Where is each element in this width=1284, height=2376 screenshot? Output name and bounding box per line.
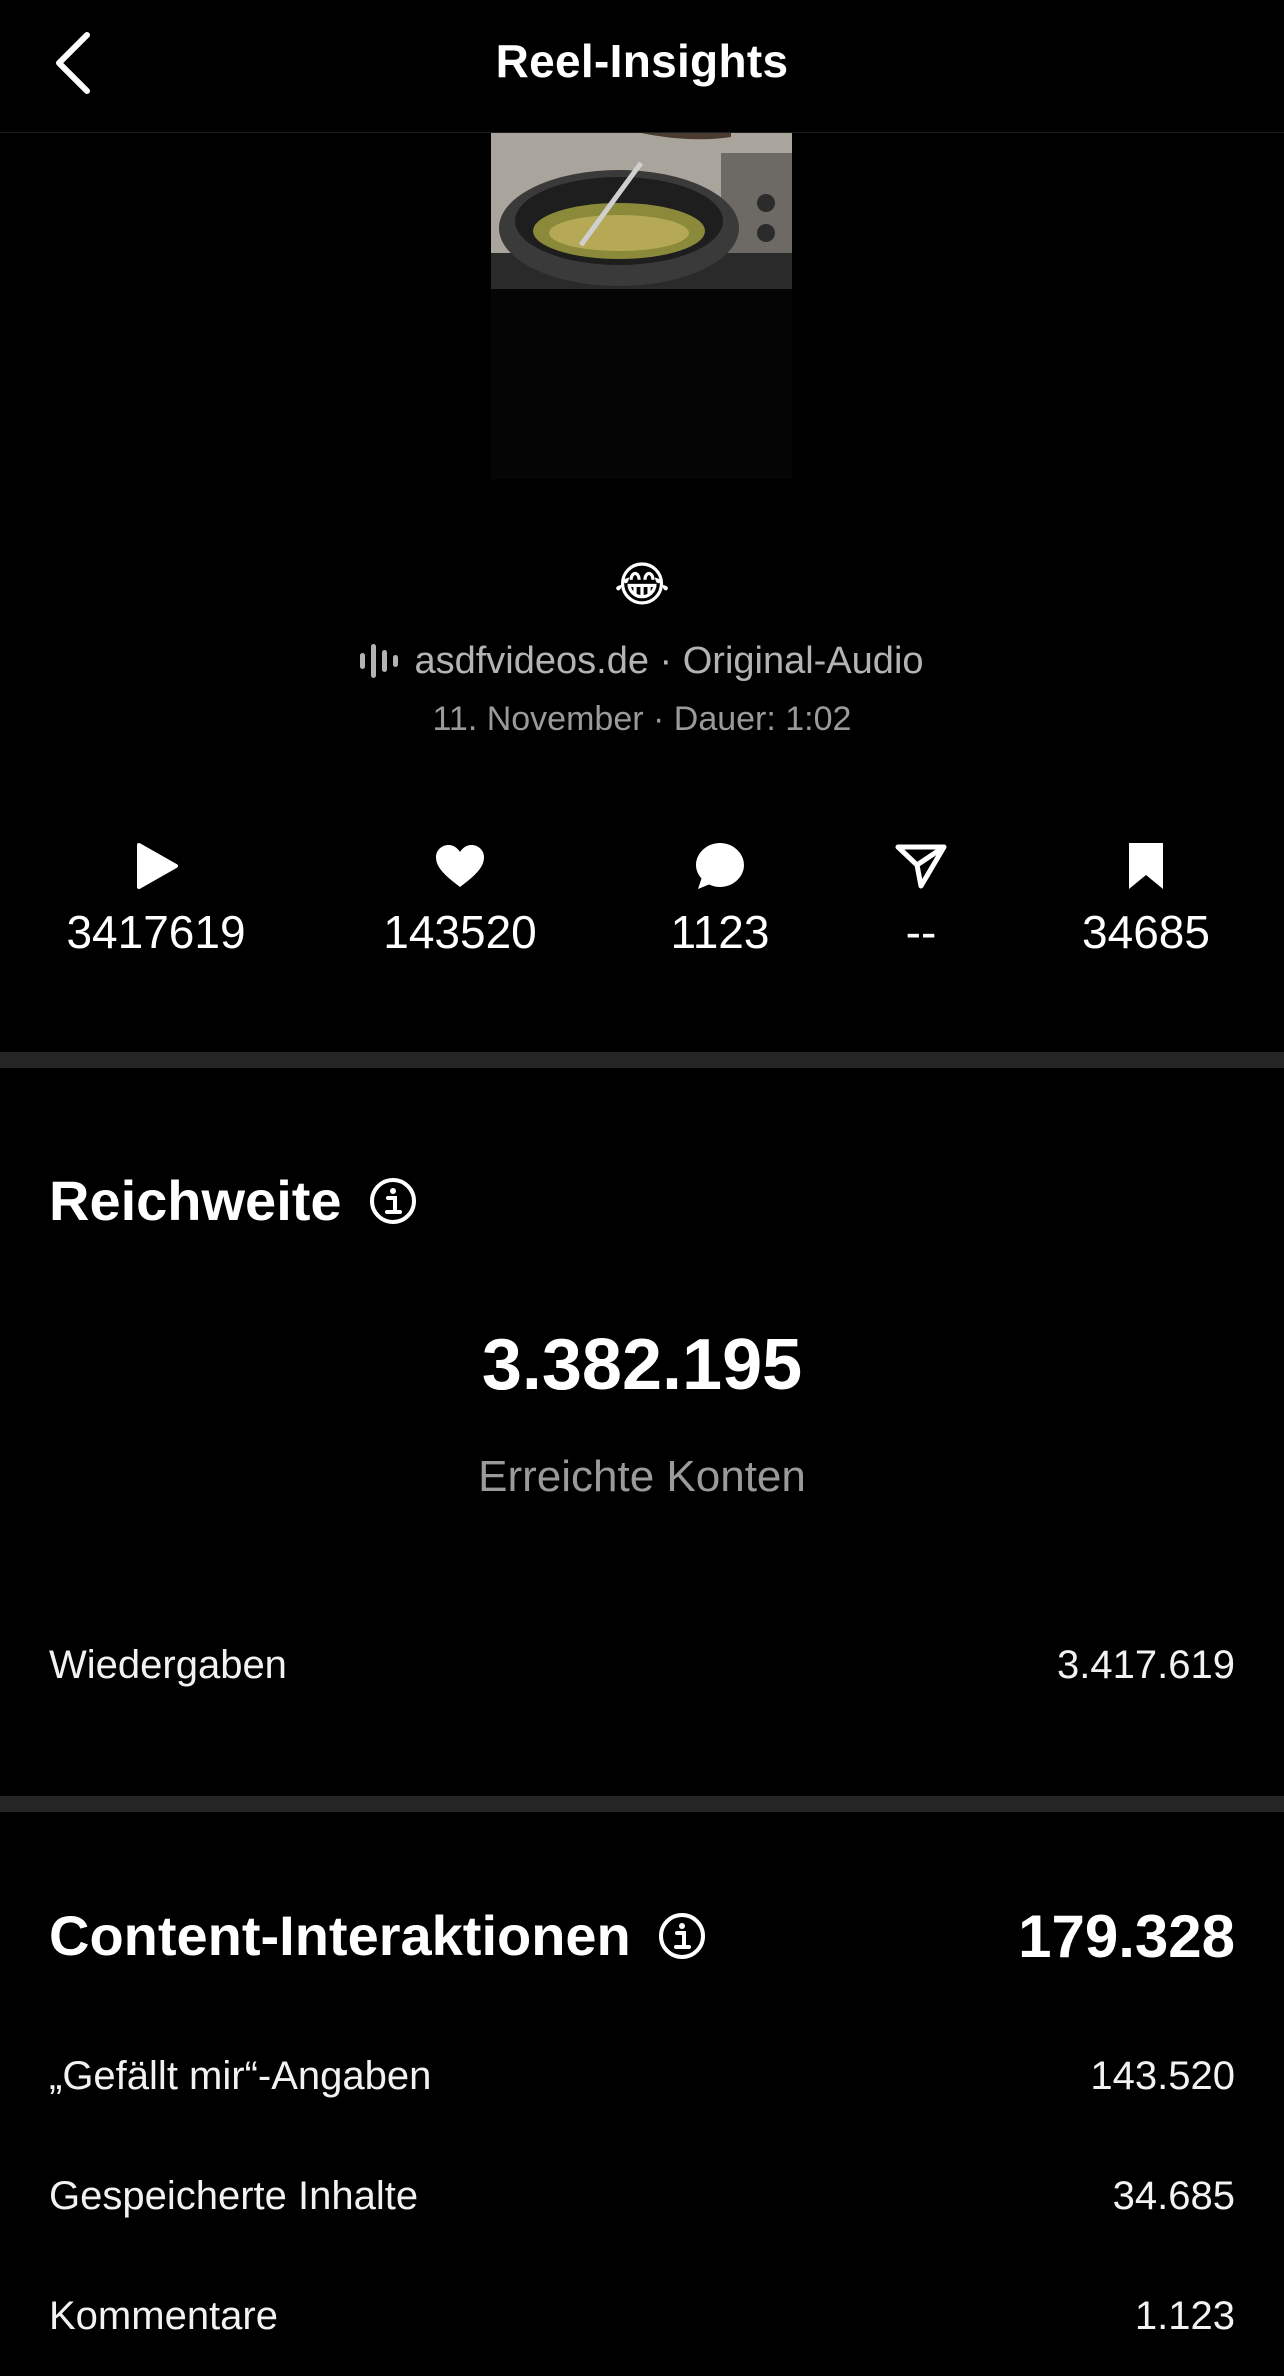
heart-icon	[434, 838, 486, 894]
reach-title-text: Reichweite	[49, 1169, 342, 1232]
top-bar: Reel-Insights	[0, 0, 1284, 133]
stats-row: 3417619 143520 1123 -- 34685	[0, 838, 1284, 968]
comments-value: 1.123	[1134, 2293, 1235, 2338]
stat-value: 143520	[383, 906, 537, 958]
interactions-section-title: Content-Interaktionen	[49, 1903, 707, 1968]
accounts-reached-value: 3.382.195	[481, 1325, 803, 1405]
stat-value: 34685	[1082, 906, 1210, 958]
stat-value: 3417619	[66, 906, 246, 958]
audio-waveform-icon	[360, 644, 399, 678]
section-divider	[0, 1796, 1284, 1812]
audio-label: asdfvideos.de · Original-Audio	[414, 639, 924, 682]
reel-thumbnail-image	[491, 133, 792, 289]
page-title: Reel-Insights	[495, 35, 789, 87]
comments-label: Kommentare	[49, 2293, 278, 2338]
stat-saves: 34685	[1036, 838, 1256, 960]
share-icon	[895, 838, 947, 894]
stat-comments: 1123	[610, 838, 830, 960]
likes-value: 143.520	[1090, 2053, 1235, 2098]
post-date-duration: 11. November · Dauer: 1:02	[432, 700, 852, 738]
info-icon[interactable]	[368, 1176, 418, 1226]
stat-value: 1123	[670, 906, 770, 958]
plays-value: 3.417.619	[1057, 1642, 1235, 1687]
plays-row: Wiedergaben 3.417.619	[49, 1637, 1235, 1693]
interactions-title-text: Content-Interaktionen	[49, 1904, 631, 1967]
comment-icon	[694, 838, 746, 894]
likes-row: „Gefällt mir“-Angaben 143.520	[49, 2048, 1235, 2104]
info-icon[interactable]	[657, 1911, 707, 1961]
stat-likes: 143520	[350, 838, 570, 960]
interactions-total: 179.328	[1018, 1903, 1235, 1970]
saves-label: Gespeicherte Inhalte	[49, 2173, 419, 2218]
stat-shares: --	[811, 838, 1031, 960]
reel-thumbnail[interactable]	[491, 133, 792, 479]
saves-row: Gespeicherte Inhalte 34.685	[49, 2168, 1235, 2224]
plays-label: Wiedergaben	[49, 1642, 287, 1687]
section-divider	[0, 1052, 1284, 1068]
saves-value: 34.685	[1112, 2173, 1235, 2218]
comments-row: Kommentare 1.123	[49, 2288, 1235, 2344]
reach-section-title: Reichweite	[49, 1168, 418, 1233]
play-icon	[133, 838, 179, 894]
caption-emoji: 😂	[613, 559, 671, 612]
bookmark-icon	[1125, 838, 1167, 894]
cooking-pot-illustration	[491, 133, 792, 289]
stat-value: --	[905, 906, 937, 958]
likes-label: „Gefällt mir“-Angaben	[49, 2053, 432, 2098]
accounts-reached-label: Erreichte Konten	[478, 1452, 806, 1501]
audio-attribution[interactable]: asdfvideos.de · Original-Audio	[0, 636, 1284, 686]
stat-plays: 3417619	[46, 838, 266, 960]
